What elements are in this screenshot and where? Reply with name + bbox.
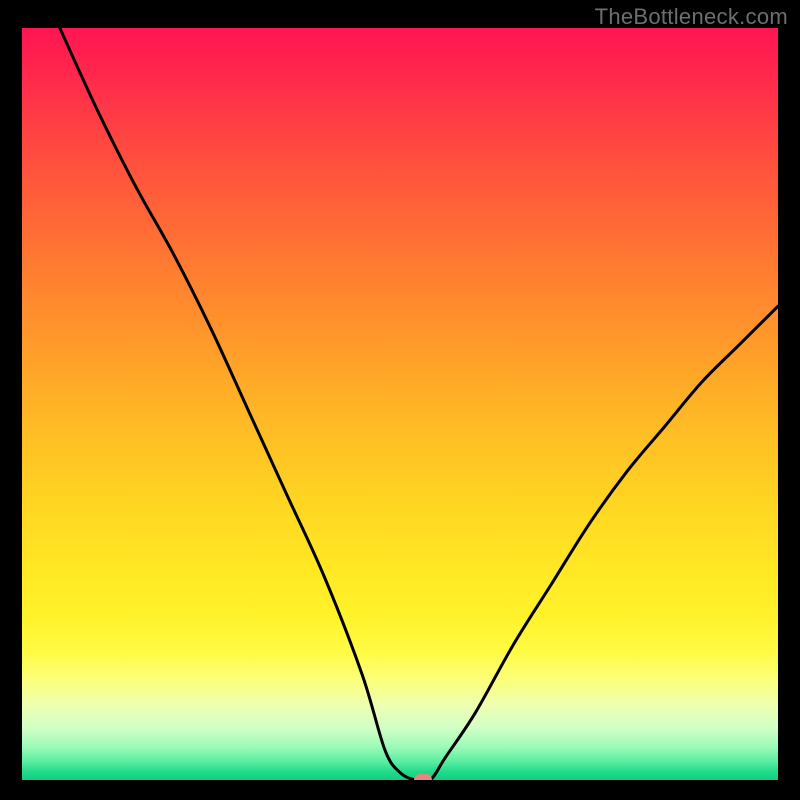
- bottleneck-curve: [22, 28, 778, 780]
- sweet-spot-marker: [414, 774, 432, 780]
- plot-area: [22, 28, 778, 780]
- curve-path: [60, 28, 778, 780]
- chart-frame: TheBottleneck.com: [0, 0, 800, 800]
- watermark-label: TheBottleneck.com: [595, 4, 788, 30]
